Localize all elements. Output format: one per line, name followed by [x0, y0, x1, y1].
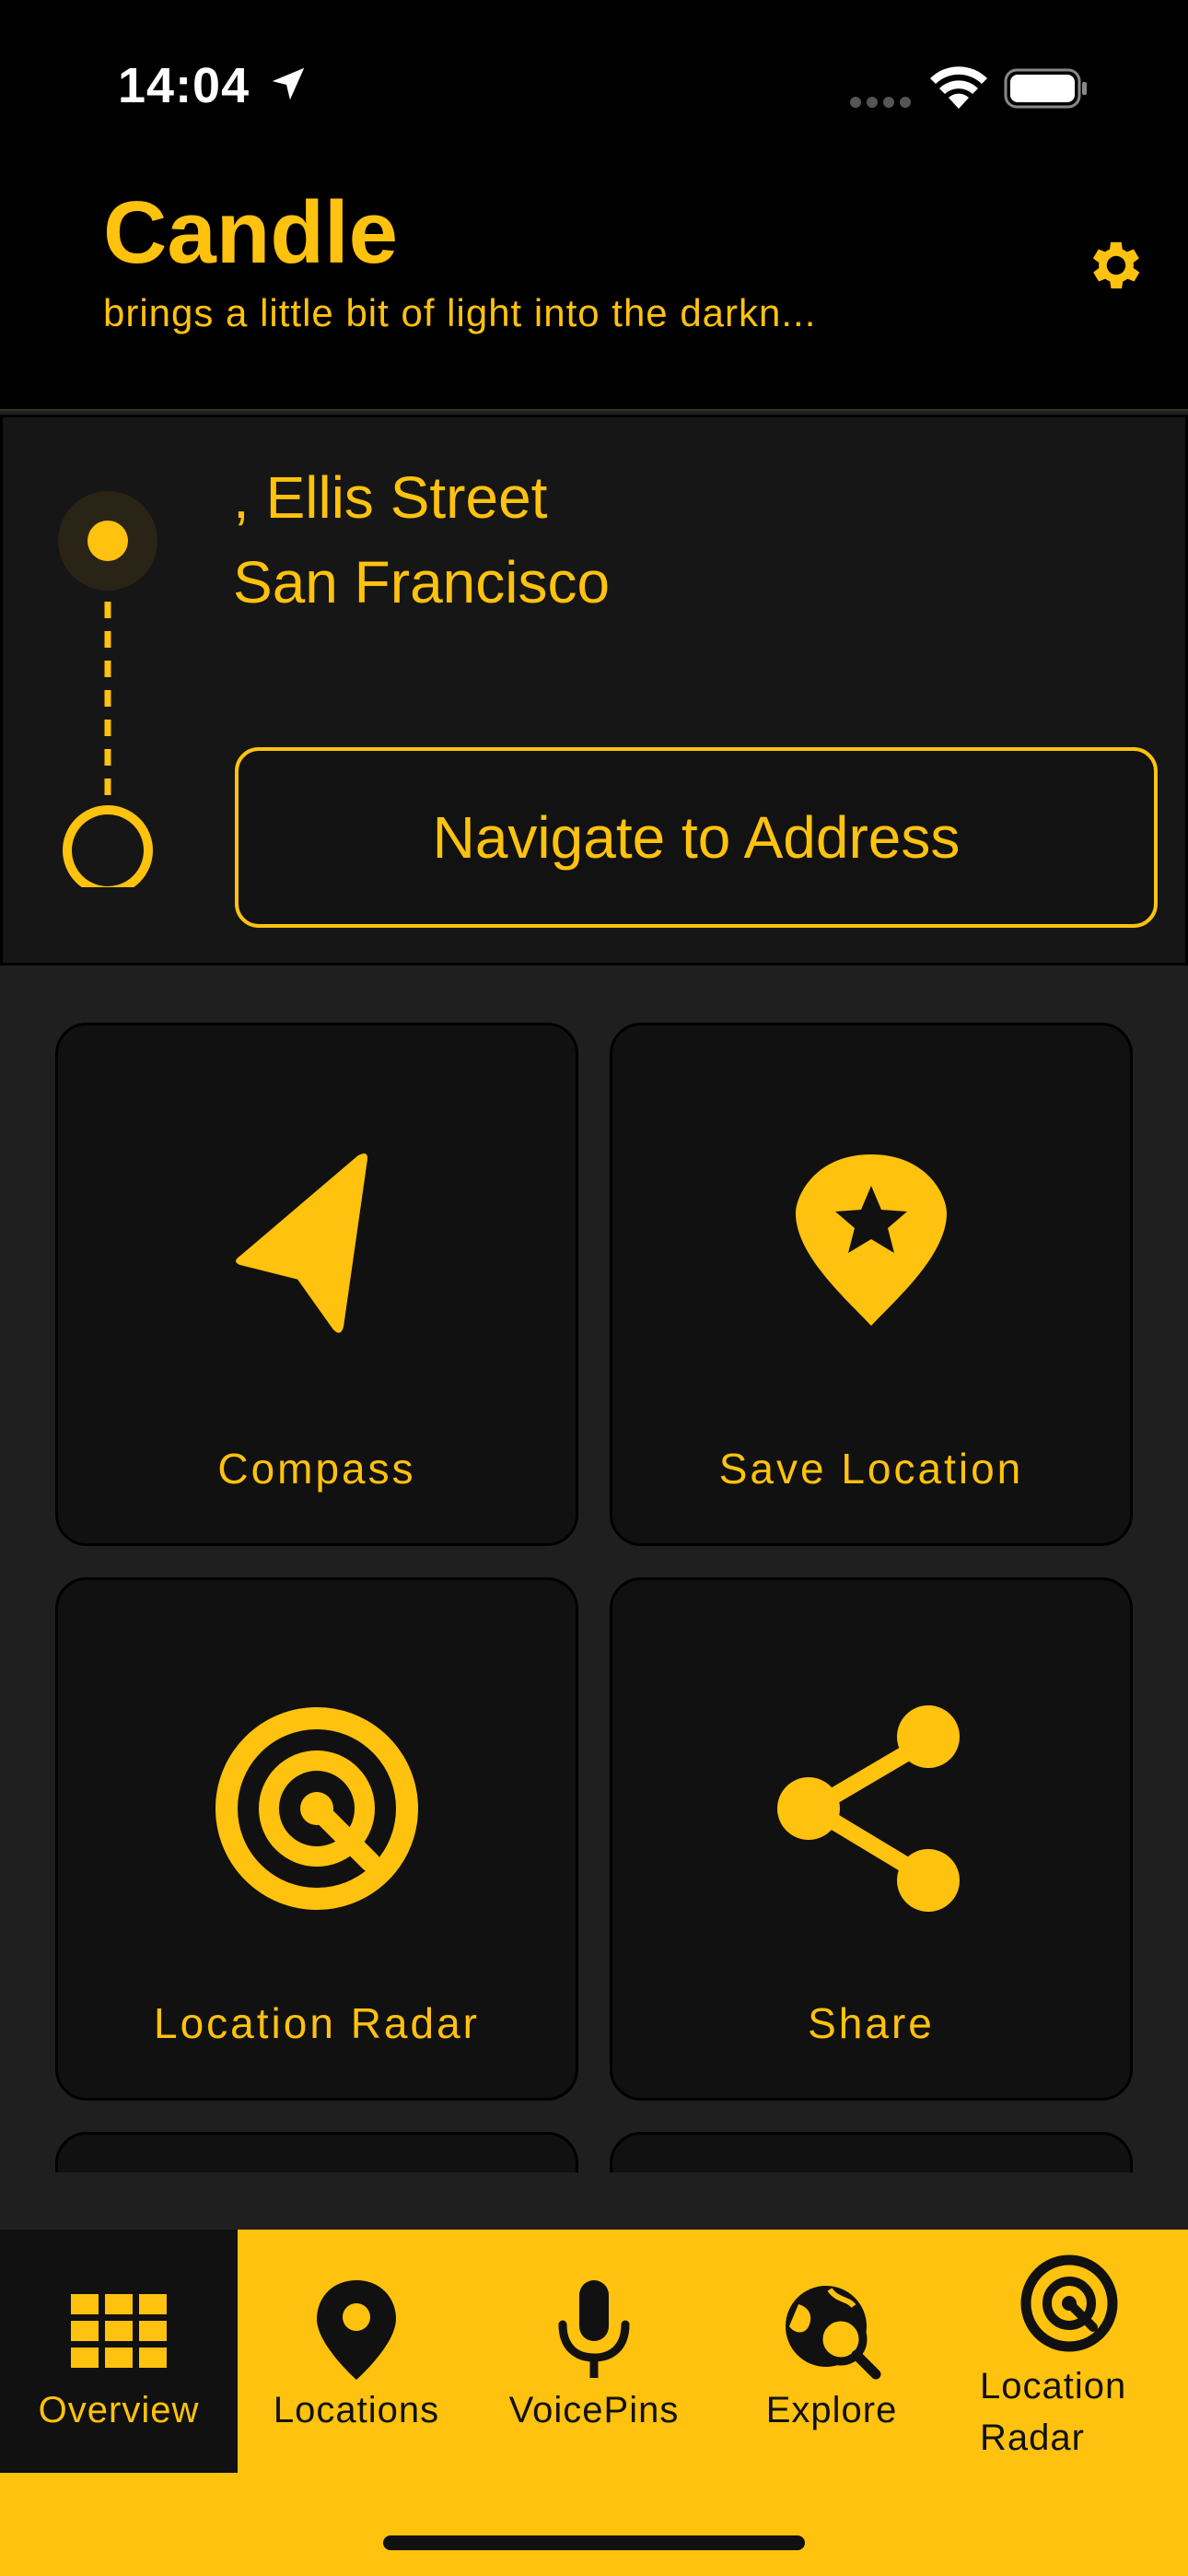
settings-button[interactable] [1079, 228, 1153, 302]
app-header: Candle brings a little bit of light into… [0, 175, 1188, 411]
tile-label: Share [808, 1999, 935, 2047]
home-indicator [383, 2535, 805, 2550]
location-radar-tile[interactable]: Location Radar [55, 1577, 578, 2101]
tab-location-radar[interactable]: Location Radar [950, 2230, 1188, 2473]
status-bar: 14:04 [0, 0, 1188, 175]
address-card: , Ellis Street San Francisco Navigate to… [0, 415, 1188, 966]
radar-icon [1020, 2254, 1118, 2352]
status-time: 14:04 [118, 58, 250, 113]
tab-label-line: Radar [980, 2418, 1085, 2458]
compass-tile[interactable]: Compass [55, 1023, 578, 1546]
compass-arrow-icon [236, 1153, 368, 1333]
map-pin-icon [317, 2280, 396, 2380]
tab-bar: Overview Locations VoicePins Explore Loc… [0, 2230, 1188, 2576]
app-subtitle: brings a little bit of light into the da… [103, 291, 817, 334]
tab-label-line: Location [980, 2366, 1127, 2406]
share-icon [777, 1705, 960, 1912]
tile-label: Location Radar [154, 1999, 480, 2047]
battery-icon [1004, 68, 1087, 109]
tab-label: Explore [765, 2390, 898, 2430]
tab-overview[interactable]: Overview [0, 2230, 238, 2473]
tab-label: Location Radar [980, 2360, 1188, 2464]
app-title: Candle [103, 183, 399, 282]
route-line-icon [58, 491, 157, 887]
partial-tile[interactable] [610, 2132, 1133, 2172]
cellular-signal-icon [850, 97, 911, 108]
location-arrow-icon [272, 67, 305, 100]
tab-label: VoicePins [508, 2390, 680, 2430]
navigate-to-address-button[interactable]: Navigate to Address [235, 747, 1158, 928]
tile-label: Compass [217, 1445, 416, 1493]
tab-label: Overview [38, 2390, 200, 2430]
star-pin-icon [796, 1154, 947, 1326]
share-tile[interactable]: Share [610, 1577, 1133, 2101]
tab-locations[interactable]: Locations [238, 2230, 475, 2473]
radar-icon [215, 1707, 418, 1910]
partial-tile[interactable] [55, 2132, 578, 2172]
wifi-icon [930, 66, 987, 109]
feature-grid: Compass Save Location Location Radar Sha… [0, 966, 1188, 2172]
tab-explore[interactable]: Explore [713, 2230, 950, 2473]
address-street: , Ellis Street [233, 464, 548, 531]
address-city: San Francisco [233, 549, 611, 615]
tab-voicepins[interactable]: VoicePins [475, 2230, 713, 2473]
microphone-icon [558, 2280, 630, 2378]
tab-label: Locations [273, 2390, 440, 2430]
save-location-tile[interactable]: Save Location [610, 1023, 1133, 1546]
gear-icon [1092, 241, 1140, 289]
grid-icon [71, 2294, 167, 2368]
tile-label: Save Location [718, 1445, 1024, 1493]
globe-search-icon [786, 2286, 881, 2380]
